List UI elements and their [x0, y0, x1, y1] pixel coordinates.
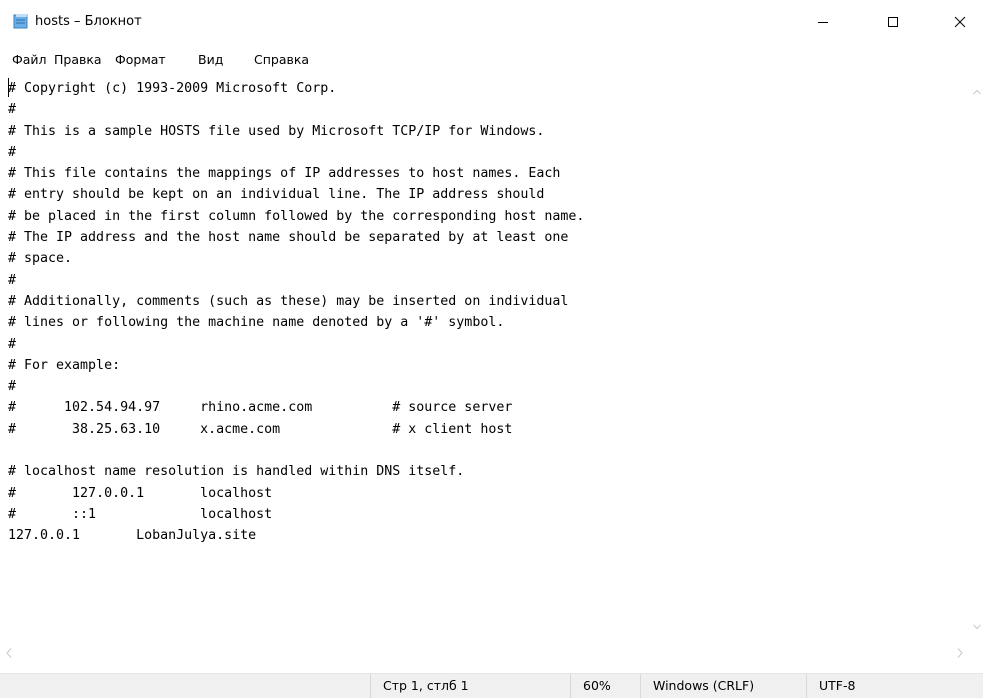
menu-edit[interactable]: Правка [54, 51, 102, 69]
scroll-down-icon[interactable] [973, 615, 981, 634]
status-cursor-position: Стр 1, стлб 1 [370, 674, 570, 698]
minimize-icon [817, 13, 829, 32]
menu-view[interactable]: Вид [198, 51, 223, 69]
status-line-endings: Windows (CRLF) [640, 674, 806, 698]
text-editor[interactable]: # Copyright (c) 1993-2009 Microsoft Corp… [0, 74, 971, 638]
notepad-icon [13, 13, 29, 29]
editor-content[interactable]: # Copyright (c) 1993-2009 Microsoft Corp… [0, 74, 971, 547]
menu-bar: Файл Правка Формат Вид Справка [0, 48, 983, 72]
horizontal-scrollbar[interactable] [0, 638, 983, 662]
status-zoom: 60% [570, 674, 640, 698]
status-encoding: UTF-8 [806, 674, 983, 698]
title-bar: hosts – Блокнот [0, 0, 983, 44]
menu-help[interactable]: Справка [254, 51, 309, 69]
scroll-left-icon[interactable] [6, 643, 12, 662]
minimize-button[interactable] [800, 0, 846, 44]
scroll-up-icon[interactable] [973, 80, 981, 99]
window-title: hosts – Блокнот [35, 14, 142, 29]
maximize-button[interactable] [870, 0, 916, 44]
scroll-right-icon[interactable] [957, 643, 963, 662]
menu-format[interactable]: Формат [115, 51, 166, 69]
close-button[interactable] [937, 0, 983, 44]
vertical-scrollbar[interactable] [971, 74, 983, 638]
menu-file[interactable]: Файл [12, 51, 47, 69]
text-caret [8, 78, 9, 97]
close-icon [954, 13, 966, 32]
status-bar: Стр 1, стлб 1 60% Windows (CRLF) UTF-8 [0, 673, 983, 698]
maximize-icon [887, 13, 899, 32]
